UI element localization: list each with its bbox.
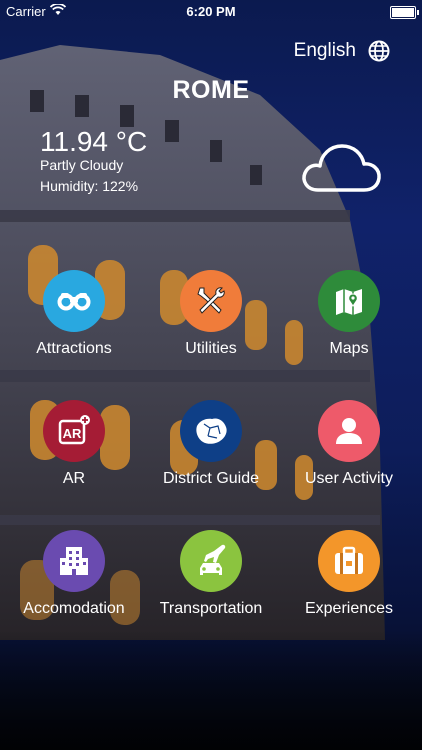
district-map-icon (180, 400, 242, 462)
car-plane-icon (180, 530, 242, 592)
menu-item-district-guide[interactable]: District Guide (146, 400, 276, 488)
menu-item-label: User Activity (304, 470, 393, 487)
binoculars-icon (43, 270, 105, 332)
menu-item-label: Experiences (304, 600, 394, 617)
menu-item-label: AR (62, 470, 86, 487)
globe-icon (368, 40, 390, 62)
language-selector[interactable]: English (294, 40, 390, 62)
status-bar: Carrier 6:20 PM (0, 0, 422, 24)
ar-icon: AR (43, 400, 105, 462)
status-time: 6:20 PM (186, 4, 236, 19)
menu-item-label: Maps (329, 340, 369, 357)
menu-item-label: District Guide (162, 470, 260, 487)
bottom-fade (0, 630, 422, 750)
temperature: 11.94 °C (40, 126, 148, 157)
menu-item-ar[interactable]: AR AR (9, 400, 139, 488)
menu-item-utilities[interactable]: Utilities (146, 270, 276, 358)
cloud-icon (302, 144, 381, 192)
menu-item-label: Utilities (185, 340, 237, 357)
tools-icon (180, 270, 242, 332)
user-icon (318, 400, 380, 462)
svg-text:AR: AR (63, 426, 82, 441)
app-screen: Carrier 6:20 PM English ROME 11.94 °C Pa… (0, 0, 422, 750)
menu-item-user-activity[interactable]: User Activity (284, 400, 414, 488)
menu-item-transportation[interactable]: Transportation (146, 530, 276, 618)
menu-item-attractions[interactable]: Attractions (9, 270, 139, 358)
weather-condition: Partly Cloudy (40, 157, 124, 173)
menu-item-maps[interactable]: Maps (284, 270, 414, 358)
menu-item-accomodation[interactable]: Accomodation (9, 530, 139, 618)
suitcase-icon (318, 530, 380, 592)
battery-icon (390, 6, 419, 19)
menu-item-label: Accomodation (23, 600, 125, 617)
menu-item-label: Attractions (36, 340, 112, 357)
language-label: English (293, 40, 356, 61)
menu-item-label: Transportation (159, 600, 263, 617)
building-icon (43, 530, 105, 592)
menu-item-experiences[interactable]: Experiences (284, 530, 414, 618)
humidity: Humidity: 122% (40, 178, 139, 194)
map-icon (318, 270, 380, 332)
city-title: ROME (172, 76, 250, 104)
